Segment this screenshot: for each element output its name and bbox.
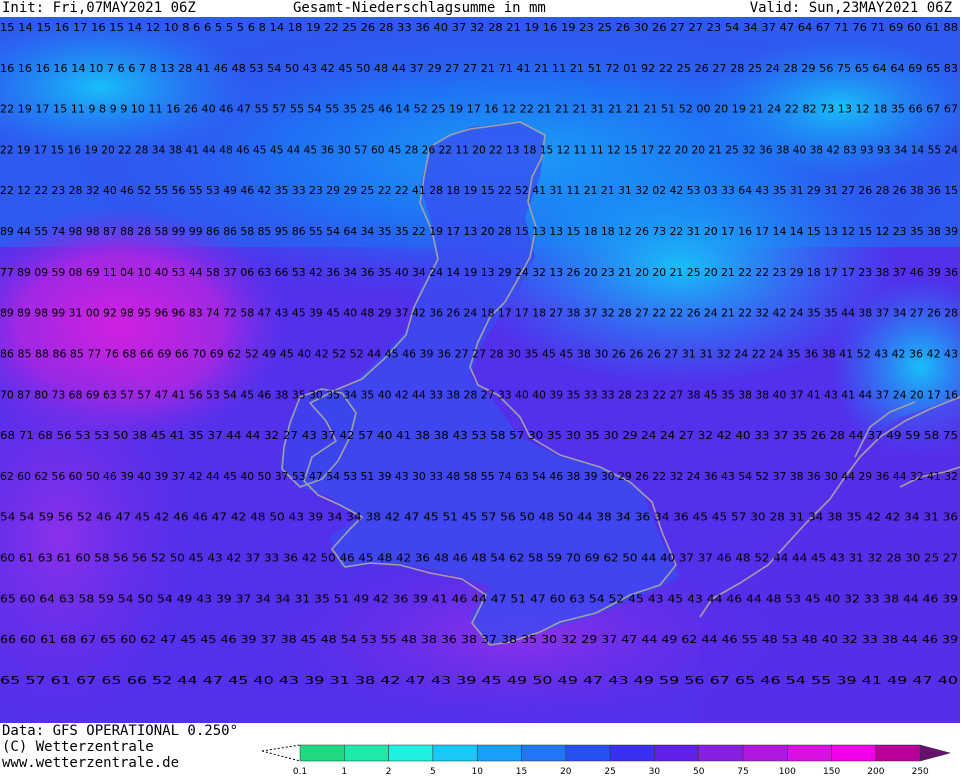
legend-tick-label: 0.1 bbox=[293, 767, 307, 776]
value-row: 68 71 68 56 53 53 50 38 45 41 35 37 44 4… bbox=[0, 429, 958, 442]
map-title: Gesamt-Niederschlagsumme in mm bbox=[293, 0, 546, 16]
value-row: 77 89 09 59 08 69 11 04 10 40 53 44 58 3… bbox=[0, 266, 958, 279]
map-header: Init: Fri,07MAY2021 06Z Gesamt-Niedersch… bbox=[0, 0, 964, 17]
value-row: 22 12 22 23 28 32 40 46 52 55 56 55 53 4… bbox=[0, 184, 958, 197]
legend-lead-line bbox=[261, 744, 301, 752]
value-row: 66 60 61 68 67 65 60 62 47 45 45 46 39 3… bbox=[0, 633, 958, 646]
value-row: 54 54 59 56 52 46 47 45 42 46 46 47 42 4… bbox=[0, 511, 958, 524]
legend-tick-label: 20 bbox=[560, 767, 572, 776]
value-row: 89 89 98 99 31 00 92 98 95 96 96 83 74 7… bbox=[0, 307, 958, 320]
legend-tick-label: 200 bbox=[867, 767, 884, 776]
legend-swatch bbox=[344, 744, 389, 762]
value-row: 22 19 17 15 11 9 8 9 9 10 11 16 26 40 46… bbox=[0, 103, 958, 116]
precipitation-map: 15 14 15 16 17 16 15 14 12 10 8 6 6 5 5 … bbox=[0, 17, 960, 723]
value-row: 16 16 16 16 14 10 7 6 6 7 8 13 28 41 46 … bbox=[0, 62, 958, 75]
legend-overflow-arrow bbox=[919, 744, 952, 762]
legend-tick-label: 75 bbox=[737, 767, 748, 776]
legend-tick-label: 2 bbox=[386, 767, 392, 776]
value-row: 65 57 61 67 65 66 52 44 47 45 40 43 39 3… bbox=[0, 674, 958, 687]
value-row: 62 60 62 56 60 50 46 39 40 39 37 42 44 4… bbox=[0, 470, 958, 483]
legend-tick-label: 10 bbox=[471, 767, 483, 776]
map-canvas: 15 14 15 16 17 16 15 14 12 10 8 6 6 5 5 … bbox=[0, 17, 960, 723]
legend-tick-label: 5 bbox=[430, 767, 436, 776]
value-row: 15 14 15 16 17 16 15 14 12 10 8 6 6 5 5 … bbox=[0, 21, 958, 34]
legend-swatch bbox=[565, 744, 611, 762]
legend-tick-label: 100 bbox=[779, 767, 796, 776]
legend-swatch bbox=[742, 744, 788, 762]
legend-swatch bbox=[388, 744, 434, 762]
legend-swatch bbox=[654, 744, 699, 762]
legend-swatch bbox=[432, 744, 478, 762]
legend-lead-line bbox=[261, 750, 301, 762]
copyright-label: (C) Wetterzentrale bbox=[2, 739, 154, 755]
precipitation-legend: 0.1 1 2 5 10 15 20 25 30 50 75 100 150 200 250 bbox=[261, 743, 962, 777]
legend-tick-label: 150 bbox=[823, 767, 840, 776]
legend-swatch bbox=[831, 744, 877, 762]
legend-swatch bbox=[609, 744, 655, 762]
legend-tick-label: 15 bbox=[516, 767, 527, 776]
legend-swatch bbox=[787, 744, 832, 762]
value-row: 65 60 64 63 58 59 54 50 54 49 43 39 37 3… bbox=[0, 592, 958, 605]
legend-colorbar: 0.1 1 2 5 10 15 20 25 30 50 75 100 150 200 250 bbox=[261, 744, 952, 777]
value-row: 70 87 80 73 68 69 63 57 57 47 41 56 53 5… bbox=[0, 388, 958, 401]
value-row: 89 44 55 74 98 98 87 88 28 58 99 99 86 8… bbox=[0, 225, 958, 238]
value-row: 22 19 17 15 16 19 20 22 28 34 38 41 44 4… bbox=[0, 143, 958, 156]
legend-swatch bbox=[875, 744, 921, 762]
data-source-label: Data: GFS OPERATIONAL 0.250° bbox=[2, 723, 239, 739]
legend-swatch bbox=[698, 744, 744, 762]
init-time-label: Init: Fri,07MAY2021 06Z bbox=[2, 0, 196, 16]
legend-tick-label: 50 bbox=[693, 767, 705, 776]
legend-tick-label: 25 bbox=[604, 767, 615, 776]
legend-tick-label: 30 bbox=[649, 767, 661, 776]
legend-swatch bbox=[299, 744, 345, 762]
legend-swatch bbox=[521, 744, 567, 762]
legend-swatch bbox=[476, 744, 522, 762]
value-row: 60 61 63 61 60 58 56 56 52 50 45 43 42 3… bbox=[0, 552, 958, 565]
value-row: 86 85 88 86 85 77 76 68 66 69 66 70 69 6… bbox=[0, 347, 958, 360]
legend-tick-label: 250 bbox=[912, 767, 929, 776]
legend-tick-label: 1 bbox=[341, 767, 347, 776]
website-url-label: www.wetterzentrale.de bbox=[2, 755, 180, 771]
valid-time-label: Valid: Sun,23MAY2021 06Z bbox=[749, 0, 952, 16]
